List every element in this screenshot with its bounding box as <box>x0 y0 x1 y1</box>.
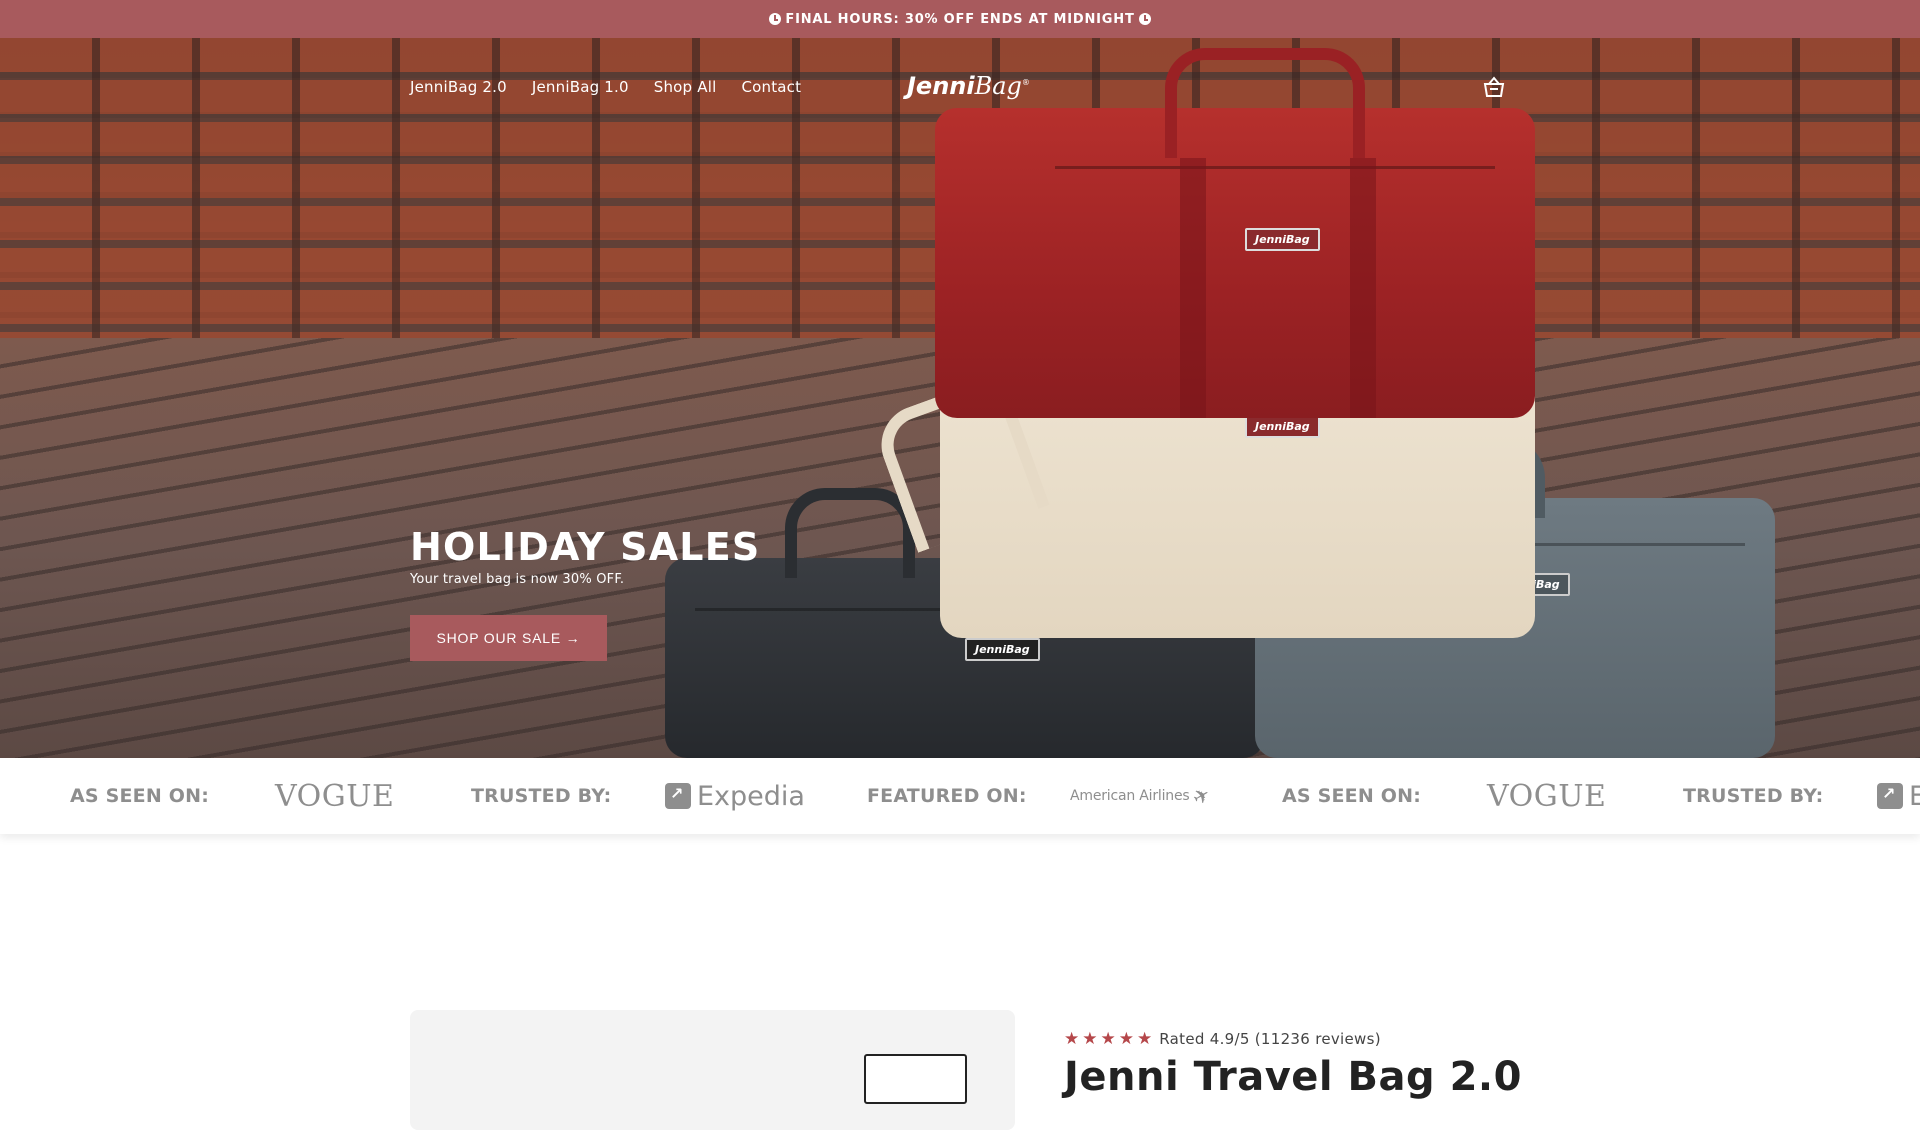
star-icon: ★ <box>1137 1028 1153 1049</box>
announcement-text: FINAL HOURS: 30% OFF ENDS AT MIDNIGHT <box>785 11 1135 27</box>
clock-icon <box>769 13 782 25</box>
hero-title: HOLIDAY SALES <box>410 525 761 569</box>
clock-icon <box>1138 13 1151 25</box>
star-icon: ★ <box>1100 1028 1116 1049</box>
nav-contact[interactable]: Contact <box>741 78 801 96</box>
product-title: Jenni Travel Bag 2.0 <box>1064 1054 1522 1100</box>
star-icon: ★ <box>1118 1028 1134 1049</box>
vogue-logo: VOGUE <box>275 778 395 814</box>
eagle-icon: ✈ <box>1188 781 1215 811</box>
star-icon: ★ <box>1082 1028 1098 1049</box>
hero-subtitle: Your travel bag is now 30% OFF. <box>410 572 625 587</box>
announcement-bar: FINAL HOURS: 30% OFF ENDS AT MIDNIGHT <box>0 0 1920 38</box>
bag-tag: JenniBag <box>1245 415 1320 438</box>
bag-tag: JenniBag <box>1245 228 1320 251</box>
product-rating: ★ ★ ★ ★ ★ Rated 4.9/5 (11236 reviews) <box>1064 1030 1381 1048</box>
press-logo-strip: AS SEEN ON: VOGUE TRUSTED BY: Expedia FE… <box>0 758 1920 834</box>
main-nav: JenniBag 2.0 JenniBag 1.0 Shop All Conta… <box>410 78 801 96</box>
rating-text: Rated 4.9/5 (11236 reviews) <box>1159 1030 1381 1048</box>
nav-shop-all[interactable]: Shop All <box>654 78 717 96</box>
hero-banner: JenniBag JenniBag JenniBag JenniBag Jenn… <box>0 38 1920 758</box>
site-logo[interactable]: JenniBag® <box>907 72 1030 100</box>
logo-text-italic: Bag <box>974 72 1022 100</box>
logo-text-bold: Jenni <box>907 72 975 100</box>
bag-tag: JenniBag <box>965 638 1040 661</box>
vogue-logo: VOGUE <box>1487 778 1607 814</box>
nav-jennibag-2[interactable]: JenniBag 2.0 <box>410 78 507 96</box>
logo-registered-mark: ® <box>1021 78 1030 87</box>
press-label: FEATURED ON: <box>867 785 1027 807</box>
press-logo-track: AS SEEN ON: VOGUE TRUSTED BY: Expedia FE… <box>0 758 1920 834</box>
shop-sale-button[interactable]: SHOP OUR SALE → <box>410 615 607 661</box>
nav-jennibag-1[interactable]: JenniBag 1.0 <box>532 78 629 96</box>
expedia-logo-text: E <box>1909 780 1920 812</box>
press-label: AS SEEN ON: <box>1282 785 1422 807</box>
american-airlines-logo: American Airlines ✈ <box>1070 758 1215 834</box>
expedia-logo: Expedia <box>665 758 805 834</box>
product-thumbnail[interactable] <box>864 1054 967 1104</box>
american-airlines-logo-text: American Airlines <box>1070 788 1190 804</box>
press-label: TRUSTED BY: <box>471 785 612 807</box>
star-icon: ★ <box>1064 1028 1080 1049</box>
basket-icon[interactable] <box>1482 76 1506 98</box>
expedia-icon <box>665 783 691 809</box>
bag-red-image: JenniBag <box>935 48 1535 418</box>
expedia-logo: E <box>1877 758 1920 834</box>
expedia-logo-text: Expedia <box>697 780 805 812</box>
press-label: TRUSTED BY: <box>1683 785 1824 807</box>
press-label: AS SEEN ON: <box>70 785 210 807</box>
expedia-icon <box>1877 783 1903 809</box>
